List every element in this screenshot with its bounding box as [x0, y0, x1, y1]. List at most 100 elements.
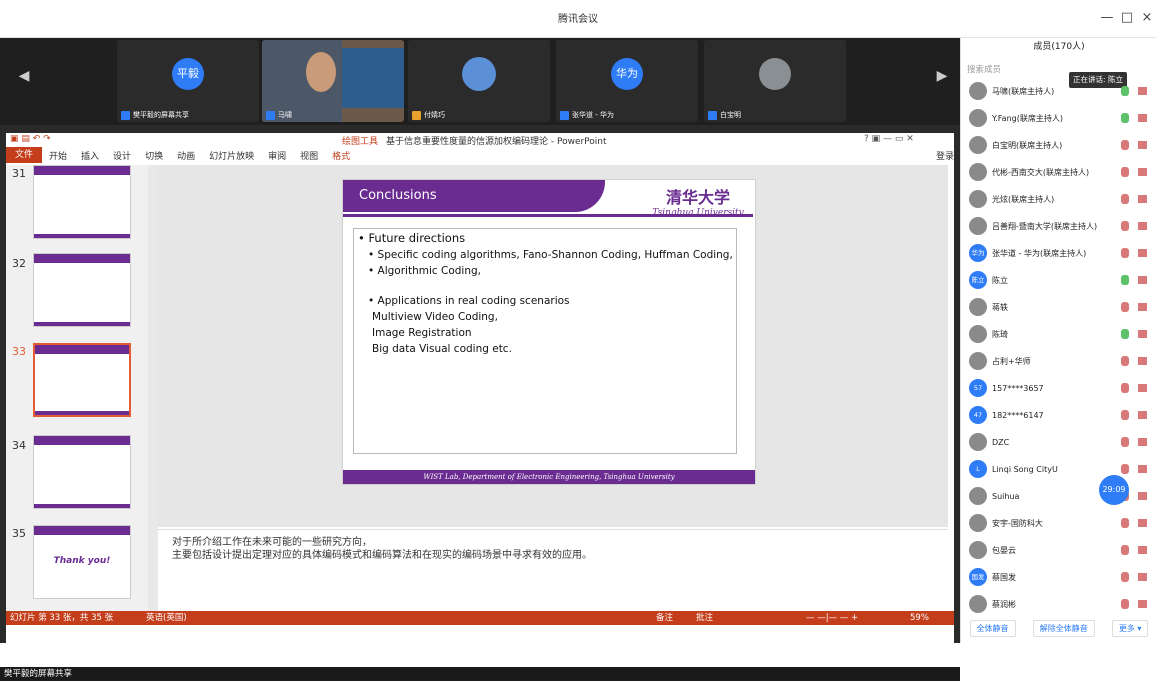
- video-tile[interactable]: 平毅 樊平毅的屏幕共享: [117, 40, 259, 122]
- member-row[interactable]: 包晏云: [969, 539, 1156, 561]
- tab-file[interactable]: 文件: [6, 147, 43, 163]
- mic-icon[interactable]: [1121, 518, 1129, 528]
- mic-icon[interactable]: [1121, 572, 1129, 582]
- mic-icon[interactable]: [1121, 464, 1129, 474]
- camera-icon[interactable]: [1138, 519, 1147, 527]
- member-row[interactable]: 蔡润彬: [969, 593, 1156, 615]
- close-button[interactable]: ×: [1138, 9, 1156, 27]
- member-row[interactable]: 陈琦: [969, 323, 1156, 345]
- member-row[interactable]: 安宇-国防科大: [969, 512, 1156, 534]
- mic-icon[interactable]: [1121, 194, 1129, 204]
- member-row[interactable]: DZC: [969, 431, 1156, 453]
- member-row[interactable]: 57 157****3657: [969, 377, 1156, 399]
- ppt-window-controls[interactable]: ? ▣ — ▭ ✕: [864, 134, 914, 144]
- minimize-button[interactable]: —: [1098, 9, 1116, 27]
- slide-thumbnail[interactable]: [33, 253, 131, 327]
- notes-pane[interactable]: 对于所介绍工作在未来可能的一些研究方向， 主要包括设计提出定理对应的具体编码模式…: [158, 529, 948, 611]
- camera-icon[interactable]: [1138, 357, 1147, 365]
- tab-format[interactable]: 格式: [325, 149, 357, 162]
- slide-thumbnail[interactable]: [33, 165, 131, 239]
- member-row[interactable]: 国发 蔡国发: [969, 566, 1156, 588]
- camera-icon[interactable]: [1138, 195, 1147, 203]
- mute-all-button[interactable]: 全体静音: [969, 619, 1016, 637]
- camera-icon[interactable]: [1138, 492, 1147, 500]
- camera-icon[interactable]: [1138, 384, 1147, 392]
- mic-icon[interactable]: [1121, 329, 1129, 339]
- mic-icon[interactable]: [1121, 140, 1129, 150]
- unmute-all-button[interactable]: 解除全体静音: [1032, 619, 1095, 637]
- current-slide[interactable]: Conclusions 清华大学 Tsinghua University • Fu…: [342, 179, 756, 485]
- member-row[interactable]: 占利+华师: [969, 350, 1156, 372]
- zoom-slider[interactable]: — —|— — +: [806, 611, 858, 625]
- member-name: 吕善翔-暨南大学(联席主持人): [992, 221, 1098, 231]
- tab-insert[interactable]: 插入: [74, 149, 106, 162]
- camera-icon[interactable]: [1138, 114, 1147, 122]
- mic-icon[interactable]: [1121, 221, 1129, 231]
- notes-button[interactable]: 备注: [656, 611, 673, 625]
- mic-icon[interactable]: [1121, 167, 1129, 177]
- member-row[interactable]: 吕善翔-暨南大学(联席主持人): [969, 215, 1156, 237]
- tab-view[interactable]: 视图: [293, 149, 325, 162]
- maximize-button[interactable]: □: [1118, 9, 1136, 27]
- bullet-text: • Future directions: [358, 231, 466, 245]
- tab-review[interactable]: 审阅: [261, 149, 293, 162]
- zoom-level[interactable]: 59%: [910, 611, 929, 625]
- mic-icon[interactable]: [1121, 86, 1129, 96]
- mic-icon[interactable]: [1121, 302, 1129, 312]
- member-row[interactable]: 47 182****6147: [969, 404, 1156, 426]
- camera-icon[interactable]: [1138, 411, 1147, 419]
- camera-icon[interactable]: [1138, 303, 1147, 311]
- camera-icon[interactable]: [1138, 330, 1147, 338]
- camera-icon[interactable]: [1138, 141, 1147, 149]
- language-status[interactable]: 英语(英国): [146, 611, 187, 625]
- camera-icon[interactable]: [1138, 168, 1147, 176]
- tab-design[interactable]: 设计: [106, 149, 138, 162]
- mic-icon[interactable]: [1121, 410, 1129, 420]
- mic-icon[interactable]: [1121, 383, 1129, 393]
- video-tile[interactable]: 白宝明: [704, 40, 846, 122]
- tab-transitions[interactable]: 切换: [138, 149, 170, 162]
- next-arrow-icon[interactable]: ▶: [934, 68, 950, 88]
- member-row[interactable]: 蒋轶: [969, 296, 1156, 318]
- mic-icon[interactable]: [1121, 356, 1129, 366]
- camera-icon[interactable]: [1138, 276, 1147, 284]
- tab-animations[interactable]: 动画: [170, 149, 202, 162]
- video-tile[interactable]: 付婧巧: [408, 40, 550, 122]
- avatar: [462, 57, 496, 92]
- slide-thumbnail[interactable]: [33, 435, 131, 509]
- camera-icon[interactable]: [1138, 222, 1147, 230]
- video-tile[interactable]: 华为 张华道 - 华为: [556, 40, 698, 122]
- mic-icon[interactable]: [1121, 113, 1129, 123]
- member-row[interactable]: 光炫(联席主持人): [969, 188, 1156, 210]
- member-row[interactable]: 代彬-西南交大(联席主持人): [969, 161, 1156, 183]
- camera-icon[interactable]: [1138, 87, 1147, 95]
- member-row[interactable]: 马啸(联席主持人): [969, 80, 1156, 102]
- member-row[interactable]: 陈立 陈立: [969, 269, 1156, 291]
- camera-icon[interactable]: [1138, 438, 1147, 446]
- member-row[interactable]: 白宝明(联席主持人): [969, 134, 1156, 156]
- text-box[interactable]: • Future directions • Specific coding al…: [353, 228, 737, 454]
- comments-button[interactable]: 批注: [696, 611, 713, 625]
- member-row[interactable]: L Linqi Song CityU: [969, 458, 1156, 480]
- tab-slideshow[interactable]: 幻灯片放映: [202, 149, 261, 162]
- mic-icon[interactable]: [1121, 248, 1129, 258]
- thumbnails-scrollbar[interactable]: [148, 165, 158, 611]
- mic-icon[interactable]: [1121, 437, 1129, 447]
- more-button[interactable]: 更多 ▾: [1111, 619, 1149, 637]
- video-tile[interactable]: 马啸: [262, 40, 404, 122]
- mic-icon[interactable]: [1121, 275, 1129, 285]
- login-link[interactable]: 登录: [936, 149, 954, 162]
- camera-icon[interactable]: [1138, 465, 1147, 473]
- mic-icon[interactable]: [1121, 599, 1129, 609]
- camera-icon[interactable]: [1138, 573, 1147, 581]
- slide-thumbnail-selected[interactable]: [33, 343, 131, 417]
- camera-icon[interactable]: [1138, 249, 1147, 257]
- member-row[interactable]: 华为 张华道 - 华为(联席主持人): [969, 242, 1156, 264]
- prev-arrow-icon[interactable]: ◀: [16, 68, 32, 88]
- camera-icon[interactable]: [1138, 546, 1147, 554]
- mic-icon[interactable]: [1121, 545, 1129, 555]
- camera-icon[interactable]: [1138, 600, 1147, 608]
- tab-home[interactable]: 开始: [42, 149, 74, 162]
- slide-thumbnail[interactable]: Thank you!: [33, 525, 131, 599]
- member-row[interactable]: Y.Fang(联席主持人): [969, 107, 1156, 129]
